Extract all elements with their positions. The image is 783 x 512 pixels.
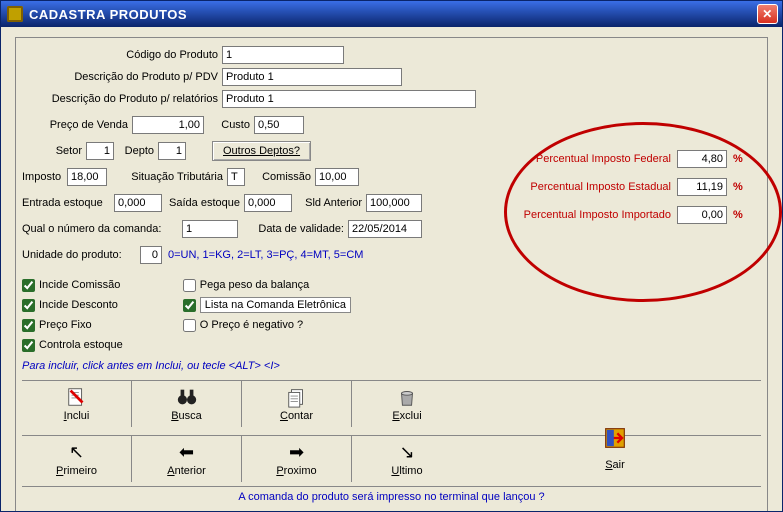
input-codigo[interactable] [222,46,344,64]
input-unidade[interactable] [140,246,162,264]
close-button[interactable]: ✕ [757,4,778,24]
check-incide-comissao-label: Incide Comissão [39,279,120,291]
label-num-comanda: Qual o número da comanda: [22,223,182,235]
input-descr-pdv[interactable] [222,68,402,86]
arrow-down-right-icon: ↘ [396,441,418,463]
label-codigo: Código do Produto [22,49,222,61]
label-data-validade: Data de validade: [238,223,348,235]
label-imposto: Imposto [22,171,67,183]
label-comissao: Comissão [245,171,315,183]
tool-exclui-label: Exclui [392,410,421,422]
input-data-validade[interactable] [348,220,422,238]
arrow-right-icon: ➡ [286,441,308,463]
label-depto: Depto [114,145,158,157]
check-preco-negativo-label: O Preço é negativo ? [200,319,303,331]
tax-importado-label: Percentual Imposto Importado [511,209,671,221]
percent-icon: % [733,153,743,165]
unidade-legend: 0=UN, 1=KG, 2=LT, 3=PÇ, 4=MT, 5=CM [168,249,363,261]
percent-icon: % [733,181,743,193]
input-depto[interactable] [158,142,186,160]
tool-primeiro[interactable]: ↖ Primeiro [22,436,132,482]
input-comissao[interactable] [315,168,359,186]
percent-icon: % [733,209,743,221]
tool-anterior-label: Anterior [167,465,206,477]
documents-icon [286,386,308,408]
label-entrada-estoque: Entrada estoque [22,197,114,209]
titlebar: CADASTRA PRODUTOS ✕ [1,1,782,27]
tool-primeiro-label: Primeiro [56,465,97,477]
input-num-comanda[interactable] [182,220,238,238]
window-title: CADASTRA PRODUTOS [29,7,757,22]
input-custo[interactable] [254,116,304,134]
tool-busca[interactable]: Busca [132,381,242,427]
check-pega-peso[interactable]: Pega peso da balança [183,276,351,294]
tool-contar[interactable]: Contar [242,381,352,427]
app-icon [7,6,23,22]
label-sit-trib: Situação Tributária [107,171,227,183]
tax-federal-row: Percentual Imposto Federal % [511,150,743,168]
label-descr-rel: Descrição do Produto p/ relatórios [22,93,222,105]
tool-sair-label: Sair [605,459,625,471]
input-sld-anterior[interactable] [366,194,422,212]
trash-icon [396,386,418,408]
check-lista-comanda-label: Lista na Comanda Eletrônica [200,297,351,313]
arrow-left-icon: ⬅ [176,441,198,463]
check-preco-fixo-label: Preço Fixo [39,319,92,331]
check-controla-estoque-label: Controla estoque [39,339,123,351]
tool-ultimo[interactable]: ↘ Ultimo [352,436,462,482]
tool-exclui[interactable]: Exclui [352,381,462,427]
label-sld-anterior: Sld Anterior [292,197,366,209]
hint-text: Para incluir, click antes em Inclui, ou … [22,360,761,372]
form-panel: Código do Produto Descrição do Produto p… [15,37,768,512]
input-imposto[interactable] [67,168,107,186]
label-custo: Custo [204,119,254,131]
input-saida-estoque[interactable] [244,194,292,212]
check-controla-estoque[interactable]: Controla estoque [22,336,123,354]
check-preco-fixo[interactable]: Preço Fixo [22,316,123,334]
input-setor[interactable] [86,142,114,160]
input-sit-trib[interactable] [227,168,245,186]
tax-importado-input[interactable] [677,206,727,224]
tax-estadual-row: Percentual Imposto Estadual % [511,178,743,196]
check-lista-comanda[interactable]: Lista na Comanda Eletrônica [183,296,351,314]
input-descr-rel[interactable] [222,90,476,108]
tool-sair[interactable]: Sair [475,401,755,493]
label-descr-pdv: Descrição do Produto p/ PDV [22,71,222,83]
check-incide-desconto-label: Incide Desconto [39,299,118,311]
tool-anterior[interactable]: ⬅ Anterior [132,436,242,482]
input-entrada-estoque[interactable] [114,194,162,212]
window: CADASTRA PRODUTOS ✕ Código do Produto De… [0,0,783,512]
tax-estadual-input[interactable] [677,178,727,196]
tax-estadual-label: Percentual Imposto Estadual [511,181,671,193]
label-preco-venda: Preço de Venda [22,119,132,131]
tax-importado-row: Percentual Imposto Importado % [511,206,743,224]
binoculars-icon [176,386,198,408]
tool-ultimo-label: Ultimo [391,465,422,477]
tax-federal-input[interactable] [677,150,727,168]
client-area: Código do Produto Descrição do Produto p… [1,27,782,511]
label-setor: Setor [22,145,86,157]
arrow-up-left-icon: ↖ [66,441,88,463]
outros-deptos-button[interactable]: Outros Deptos? [212,141,311,161]
check-incide-desconto[interactable]: Incide Desconto [22,296,123,314]
input-preco-venda[interactable] [132,116,204,134]
tool-proximo[interactable]: ➡ Proximo [242,436,352,482]
check-pega-peso-label: Pega peso da balança [200,279,309,291]
label-unidade: Unidade do produto: [22,249,140,261]
exit-icon [601,424,629,455]
tool-contar-label: Contar [280,410,313,422]
tax-federal-label: Percentual Imposto Federal [511,153,671,165]
pencil-icon [66,386,88,408]
check-preco-negativo[interactable]: O Preço é negativo ? [183,316,351,334]
tool-inclui[interactable]: Inclui [22,381,132,427]
tool-busca-label: Busca [171,410,202,422]
tool-proximo-label: Proximo [276,465,316,477]
check-incide-comissao[interactable]: Incide Comissão [22,276,123,294]
label-saida-estoque: Saída estoque [162,197,244,209]
tool-inclui-label: Inclui [64,410,90,422]
